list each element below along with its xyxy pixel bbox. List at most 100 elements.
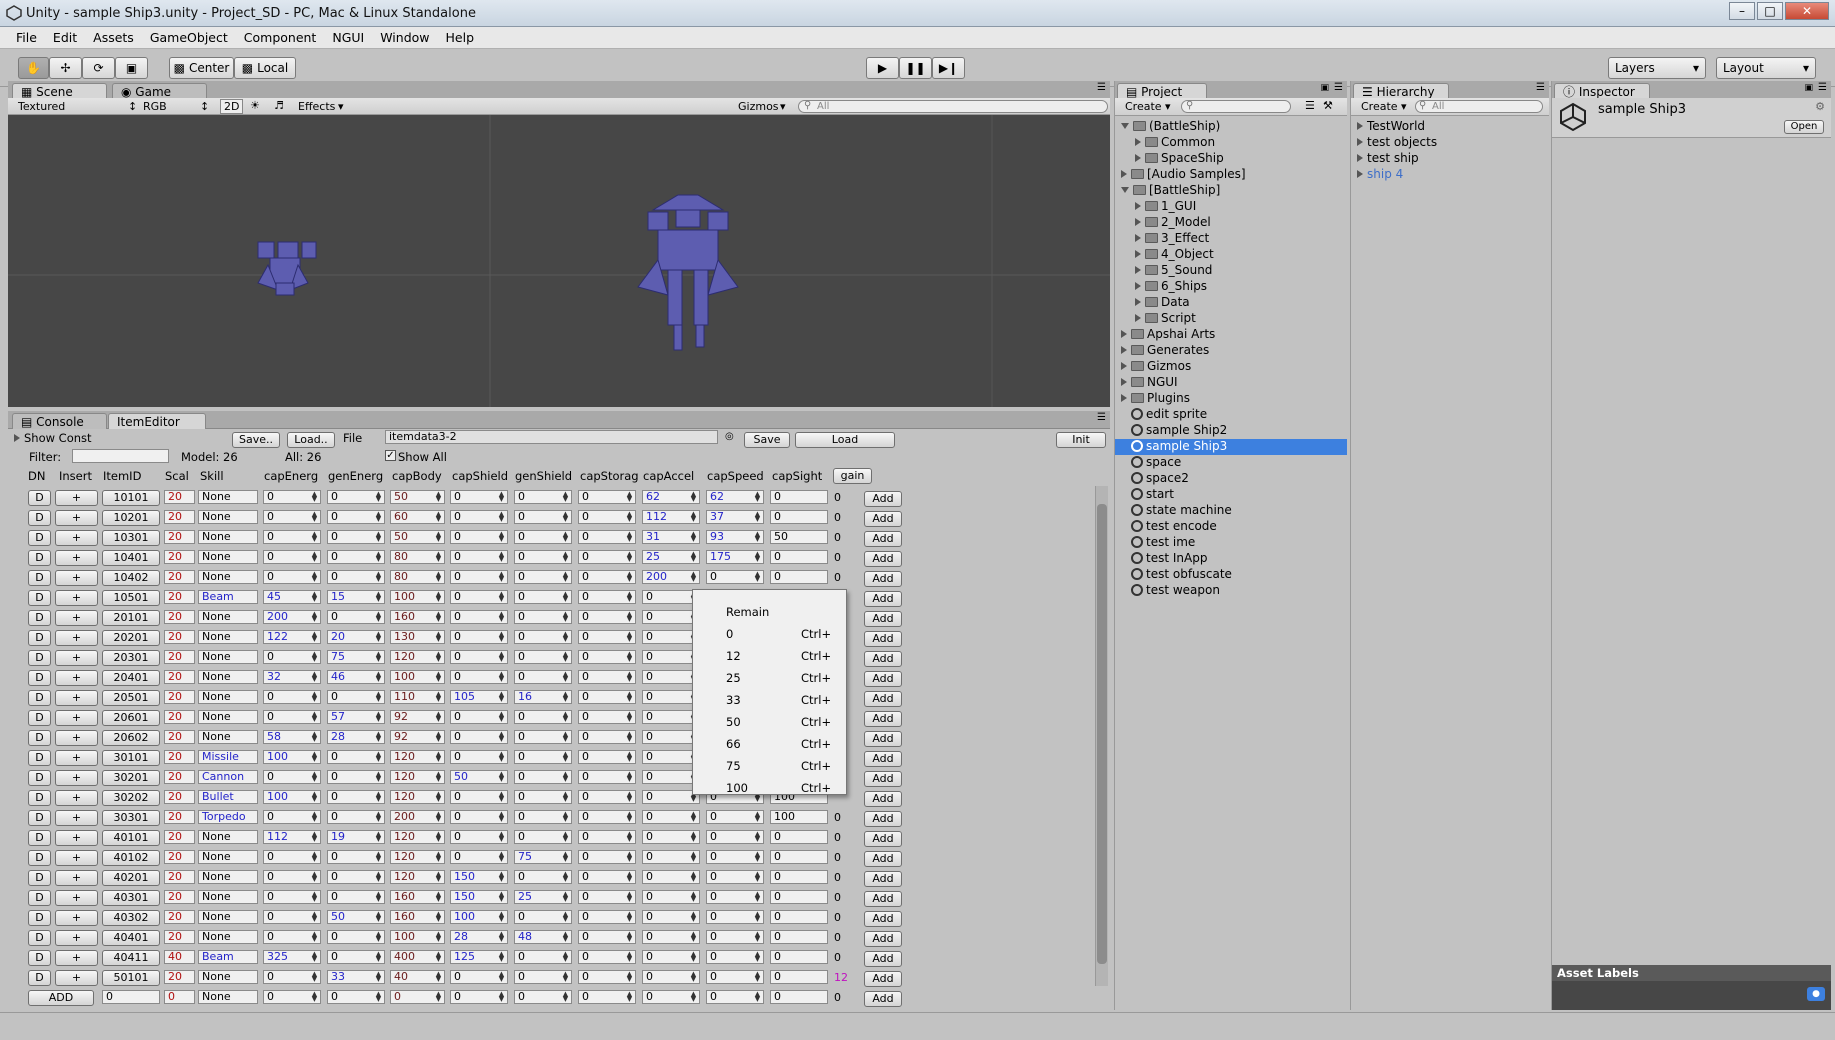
spinner-icon[interactable]: ▲▼ [310,491,319,503]
cs-field[interactable]: 0 ▲ ▼ [450,530,508,544]
gain-button[interactable]: gain [833,468,872,484]
project-item[interactable]: [BattleShip] [1115,183,1347,199]
ca-field[interactable]: 0 ▲▼ [642,850,700,864]
capsight-field[interactable]: 0 [770,970,828,984]
cs-field[interactable]: 0 ▲ ▼ [450,610,508,624]
spinner-icon[interactable]: ▲▼ [310,851,319,863]
spinner-icon[interactable]: ▲▼ [753,571,762,583]
ce-field[interactable]: 0 ▲ ▼ [263,530,321,544]
spinner-icon[interactable]: ▲▼ [434,851,443,863]
spinner-icon[interactable]: ▲▼ [374,631,383,643]
csp-field[interactable]: 93 ▲ ▼ [706,530,764,544]
scale-field[interactable]: 20 [164,530,195,544]
context-menu-item[interactable]: 33 Ctrl+ [693,690,846,710]
spinner-icon[interactable]: ▲▼ [625,591,634,603]
cst-field[interactable]: 0 ▲ ▼ [578,650,636,664]
capsight-field[interactable]: 0 [770,890,828,904]
spinner-icon[interactable]: ▲▼ [561,871,570,883]
cst-field[interactable]: 0 ▲ ▼ [578,590,636,604]
cst-field[interactable]: 0 ▲ ▼ [578,610,636,624]
delete-row-button[interactable]: D [28,550,51,566]
skill-dropdown[interactable]: Beam [198,590,258,604]
scale-field[interactable]: 20 [164,790,195,804]
cb-field[interactable]: 50 ▲ ▼ [390,490,445,504]
spinner-icon[interactable]: ▲▼ [434,671,443,683]
spinner-icon[interactable]: ▲▼ [753,811,762,823]
ge-field[interactable]: 75 ▲ ▼ [327,650,385,664]
spinner-icon[interactable]: ▲▼ [434,871,443,883]
cs-field[interactable]: 0 ▲ ▼ [450,670,508,684]
spinner-icon[interactable]: ▲▼ [497,531,506,543]
item-id-field[interactable]: 20301 [102,650,160,666]
cb-field[interactable]: 120 ▲ ▼ [390,770,445,784]
gs-field[interactable]: 25 ▲ ▼ [514,890,572,904]
spinner-icon[interactable]: ▲▼ [625,551,634,563]
delete-row-button[interactable]: D [28,610,51,626]
skill-dropdown[interactable]: None [198,570,258,584]
ca-field[interactable]: 62 ▲ ▼ [642,490,700,504]
delete-row-button[interactable]: D [28,770,51,786]
menu-edit[interactable]: Edit [45,30,85,45]
item-id-field[interactable]: 40302 [102,910,160,926]
add-row-button[interactable]: Add [864,771,902,787]
spinner-icon[interactable]: ▲▼ [625,751,634,763]
ce-field[interactable]: 0 ▲ ▼ [263,650,321,664]
cs-field[interactable]: 105 ▲ ▼ [450,690,508,704]
delete-row-button[interactable]: D [28,510,51,526]
spinner-icon[interactable]: ▲▼ [374,651,383,663]
insert-row-button[interactable]: + [55,710,98,726]
project-item[interactable]: state machine [1115,501,1347,519]
gs-field[interactable]: 0 ▲ ▼ [514,750,572,764]
tab-scene[interactable]: ▦ Scene [12,83,107,99]
tab-itemeditor[interactable]: ItemEditor [108,413,206,429]
ge-field[interactable]: 0 ▲ ▼ [327,510,385,524]
ce-field[interactable]: 0 ▲ ▼ [263,890,321,904]
insert-row-button[interactable]: + [55,790,98,806]
insert-row-button[interactable]: + [55,910,98,926]
insert-row-button[interactable]: + [55,770,98,786]
spinner-icon[interactable]: ▲▼ [434,751,443,763]
cs-field[interactable]: 0 ▲ ▼ [450,590,508,604]
insert-row-button[interactable]: + [55,970,98,986]
ce-field[interactable]: 45 ▲ ▼ [263,590,321,604]
delete-row-button[interactable]: D [28,670,51,686]
cs-field[interactable]: 0 ▲ ▼ [450,810,508,824]
skill-dropdown[interactable]: None [198,530,258,544]
menu-component[interactable]: Component [236,30,325,45]
cst-field[interactable]: 0 ▲ ▼ [578,830,636,844]
item-id-field[interactable]: 20602 [102,730,160,746]
gs-field[interactable]: 0 ▲ ▼ [514,630,572,644]
spinner-icon[interactable]: ▲▼ [310,971,319,983]
gs-field[interactable]: 48 ▲ ▼ [514,930,572,944]
ge-field[interactable]: 50 ▲ ▼ [327,910,385,924]
skill-dropdown[interactable]: None [198,730,258,744]
foldout-arrow-icon[interactable] [1135,202,1141,210]
play-button[interactable]: ▶ [866,57,899,79]
cb-field[interactable]: 50 ▲ ▼ [390,530,445,544]
spinner-icon[interactable]: ▲▼ [310,911,319,923]
ce-field[interactable]: 0 ▲ ▼ [263,770,321,784]
spinner-icon[interactable]: ▲▼ [625,911,634,923]
csp-field[interactable]: 0 ▲▼ [706,910,764,924]
spinner-icon[interactable]: ▲▼ [310,531,319,543]
cb-field[interactable]: 120 ▲ ▼ [390,850,445,864]
delete-row-button[interactable]: D [28,970,51,986]
gs-field[interactable]: 0 ▲ ▼ [514,870,572,884]
scale-field[interactable]: 40 [164,950,195,964]
scale-tool-button[interactable]: ▣ [115,57,148,79]
context-menu-item[interactable]: 66 Ctrl+ [693,734,846,754]
object-picker-icon[interactable]: ◎ [725,431,734,442]
hand-tool-button[interactable]: ✋ [18,57,49,79]
pane-menu-icon[interactable]: ☰ [1536,82,1545,93]
delete-row-button[interactable]: D [28,870,51,886]
spinner-icon[interactable]: ▲▼ [497,851,506,863]
add-row-button[interactable]: Add [864,651,902,667]
insert-row-button[interactable]: + [55,590,98,606]
spinner-icon[interactable]: ▲▼ [497,931,506,943]
add-row-button[interactable]: Add [864,591,902,607]
spinner-icon[interactable]: ▲▼ [689,991,698,1003]
insert-row-button[interactable]: + [55,890,98,906]
cst-field[interactable]: 0 ▲ ▼ [578,990,636,1004]
scale-field[interactable]: 20 [164,830,195,844]
spinner-icon[interactable]: ▲▼ [434,511,443,523]
